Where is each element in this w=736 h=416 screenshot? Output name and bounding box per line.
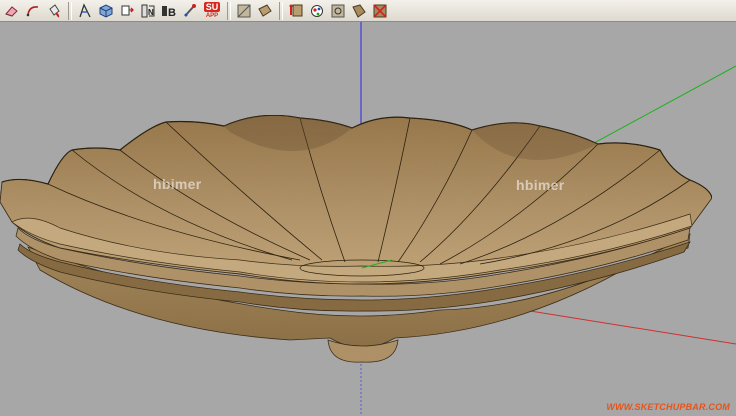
eraser-icon[interactable]: [2, 1, 22, 21]
paint-bucket-icon[interactable]: [44, 1, 64, 21]
arc-icon[interactable]: [23, 1, 43, 21]
edit-face-icon[interactable]: [234, 1, 254, 21]
components-icon[interactable]: N: [138, 1, 158, 21]
su-app-icon[interactable]: SU APP: [201, 1, 223, 21]
main-toolbar: N B SU APP: [0, 0, 736, 22]
pin-icon[interactable]: [286, 1, 306, 21]
texture-tools-group: [234, 1, 276, 21]
viewport-canvas[interactable]: [0, 22, 736, 416]
materials-icon[interactable]: [307, 1, 327, 21]
su-label: SU: [203, 2, 221, 12]
toolbar-separator: [227, 1, 231, 20]
position-texture-icon[interactable]: [328, 1, 348, 21]
model-viewport[interactable]: hbimer hbimer WWW.SKETCHUPBAR.COM: [0, 22, 736, 416]
layers-icon[interactable]: B: [159, 1, 179, 21]
material-tools-group: [286, 1, 391, 21]
bowl-model[interactable]: [0, 114, 713, 363]
svg-text:N: N: [148, 8, 154, 17]
drawing-tools-group: [2, 1, 65, 21]
watermark-right: hbimer: [516, 177, 565, 193]
no-texture-icon[interactable]: [370, 1, 390, 21]
toolbar-separator: [279, 1, 283, 20]
rotate-texture-icon[interactable]: [349, 1, 369, 21]
texture-icon[interactable]: [255, 1, 275, 21]
measure-icon[interactable]: [180, 1, 200, 21]
modify-tools-group: N B SU APP: [75, 1, 224, 21]
watermark-left: hbimer: [153, 176, 202, 192]
rectangle-cube-icon[interactable]: [96, 1, 116, 21]
app-label: APP: [205, 13, 219, 19]
toolbar-separator: [68, 1, 72, 20]
move-icon[interactable]: [117, 1, 137, 21]
line-tool-icon[interactable]: [75, 1, 95, 21]
red-axis-lower: [523, 309, 736, 345]
site-credit: WWW.SKETCHUPBAR.COM: [606, 402, 730, 412]
svg-text:B: B: [168, 7, 176, 19]
